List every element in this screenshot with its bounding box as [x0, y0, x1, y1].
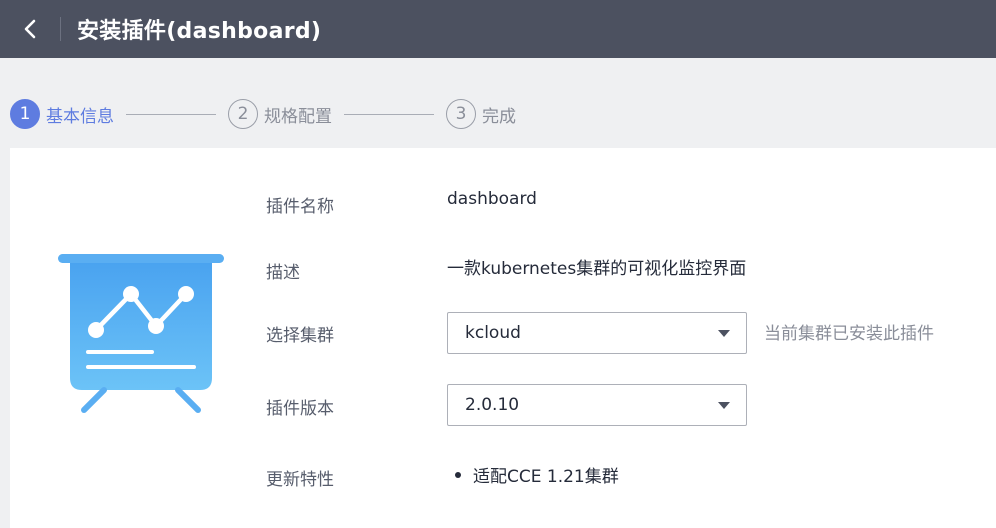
step-label: 规格配置: [264, 106, 332, 127]
header-divider: [60, 17, 61, 41]
step-number: 2: [228, 99, 258, 129]
back-button[interactable]: [0, 0, 60, 58]
step-number: 3: [446, 99, 476, 129]
step-indicator: 1 基本信息 2 规格配置 3 完成: [10, 96, 516, 132]
cluster-hint: 当前集群已安装此插件: [764, 324, 934, 344]
bullet: [455, 471, 461, 478]
step-label: 完成: [482, 106, 516, 127]
cluster-select-value: kcloud: [465, 323, 521, 343]
main-panel: 插件名称 dashboard 描述 一款kubernetes集群的可视化监控界面…: [10, 148, 996, 528]
cluster-label: 选择集群: [266, 326, 334, 346]
caret-down-icon: [718, 402, 730, 409]
description-value: 一款kubernetes集群的可视化监控界面: [447, 259, 747, 279]
top-bar: 安装插件(dashboard): [0, 0, 996, 58]
feature-list: 适配CCE 1.21集群: [455, 462, 619, 487]
description-label: 描述: [266, 263, 300, 283]
cluster-select[interactable]: kcloud: [447, 312, 747, 354]
presentation-chart-icon: [58, 254, 224, 413]
step-label: 基本信息: [46, 106, 114, 127]
chevron-left-icon: [24, 19, 36, 39]
features-label: 更新特性: [266, 470, 334, 490]
version-select[interactable]: 2.0.10: [447, 384, 747, 426]
step-connector: [344, 113, 434, 115]
caret-down-icon: [718, 330, 730, 337]
step-connector: [126, 113, 216, 115]
plugin-name-label: 插件名称: [266, 197, 334, 217]
feature-text: 适配CCE 1.21集群: [473, 467, 619, 487]
step-spec-config: 2 规格配置: [228, 99, 332, 129]
step-complete: 3 完成: [446, 99, 516, 129]
step-basic-info: 1 基本信息: [10, 99, 114, 129]
plugin-name-value: dashboard: [447, 189, 537, 209]
page-title: 安装插件(dashboard): [77, 19, 322, 44]
version-select-value: 2.0.10: [465, 395, 520, 415]
list-item: 适配CCE 1.21集群: [455, 462, 619, 487]
step-number: 1: [10, 99, 40, 129]
version-label: 插件版本: [266, 399, 334, 419]
